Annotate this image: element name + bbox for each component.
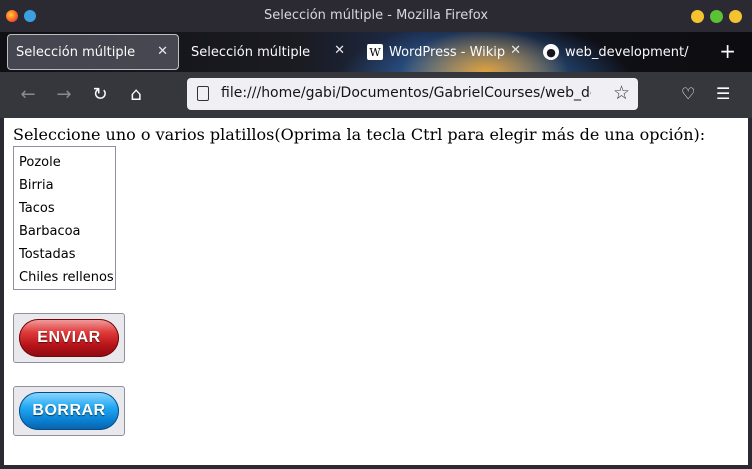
window-title: Selección múltiple - Mozilla Firefox	[263, 8, 489, 23]
github-icon: ●	[543, 44, 559, 60]
browser-window: Selección múltiple - Mozilla Firefox Sel…	[0, 0, 752, 469]
select-prompt: Seleccione uno o varios platillos(Oprima…	[13, 125, 706, 144]
borrar-label: BORRAR	[19, 392, 119, 430]
option-tostadas[interactable]: Tostadas	[14, 243, 115, 266]
url-text[interactable]: file:///home/gabi/Documentos/GabrielCour…	[221, 85, 591, 101]
tab-seleccion-multiple[interactable]: Selección múltiple ✕	[183, 34, 355, 70]
enviar-label: ENVIAR	[19, 319, 119, 357]
tab-label: WordPress - Wikip	[389, 44, 506, 60]
minimize-button[interactable]	[691, 10, 704, 23]
reset-button[interactable]: BORRAR	[13, 386, 125, 436]
maximize-button[interactable]	[710, 10, 723, 23]
tab-label: web_development/	[565, 44, 689, 60]
title-bar: Selección múltiple - Mozilla Firefox	[0, 0, 752, 32]
tab-web-development-github[interactable]: ● web_development/	[535, 34, 707, 70]
close-button[interactable]	[729, 10, 742, 23]
url-bar[interactable]: file:///home/gabi/Documentos/GabrielCour…	[187, 78, 638, 110]
menu-icon[interactable]: ☰	[716, 84, 730, 103]
tab-wordpress-wikipedia[interactable]: W WordPress - Wikip ✕	[359, 34, 531, 70]
close-tab-icon[interactable]: ✕	[334, 43, 345, 58]
forward-button[interactable]: →	[54, 85, 74, 105]
submit-button[interactable]: ENVIAR	[13, 313, 125, 363]
option-tacos[interactable]: Tacos	[14, 197, 115, 220]
page-content: Seleccione uno o varios platillos(Oprima…	[4, 118, 748, 465]
window-controls	[691, 10, 742, 23]
option-barbacoa[interactable]: Barbacoa	[14, 220, 115, 243]
new-tab-button[interactable]: +	[719, 41, 736, 61]
bookmark-star-icon[interactable]: ☆	[613, 82, 630, 104]
page-icon	[197, 86, 209, 101]
option-birria[interactable]: Birria	[14, 174, 115, 197]
tab-seleccion-multiple-active[interactable]: Selección múltiple ✕	[7, 34, 179, 70]
tab-label: Selección múltiple	[191, 44, 311, 60]
option-chiles-rellenos[interactable]: Chiles rellenos	[14, 266, 115, 289]
back-button[interactable]: ←	[18, 85, 38, 105]
dishes-multiselect[interactable]: Pozole Birria Tacos Barbacoa Tostadas Ch…	[13, 146, 116, 290]
option-pozole[interactable]: Pozole	[14, 151, 115, 174]
pocket-icon[interactable]: ♡	[681, 84, 695, 103]
reload-button[interactable]: ↻	[90, 85, 110, 105]
close-tab-icon[interactable]: ✕	[510, 43, 521, 58]
tab-label: Selección múltiple	[16, 44, 136, 60]
navigation-bar: ← → ↻ ⌂ file:///home/gabi/Documentos/Gab…	[0, 72, 752, 118]
home-button[interactable]: ⌂	[126, 85, 146, 105]
close-tab-icon[interactable]: ✕	[157, 44, 168, 59]
wikipedia-icon: W	[367, 44, 383, 60]
tab-strip: Selección múltiple ✕ Selección múltiple …	[0, 32, 752, 72]
